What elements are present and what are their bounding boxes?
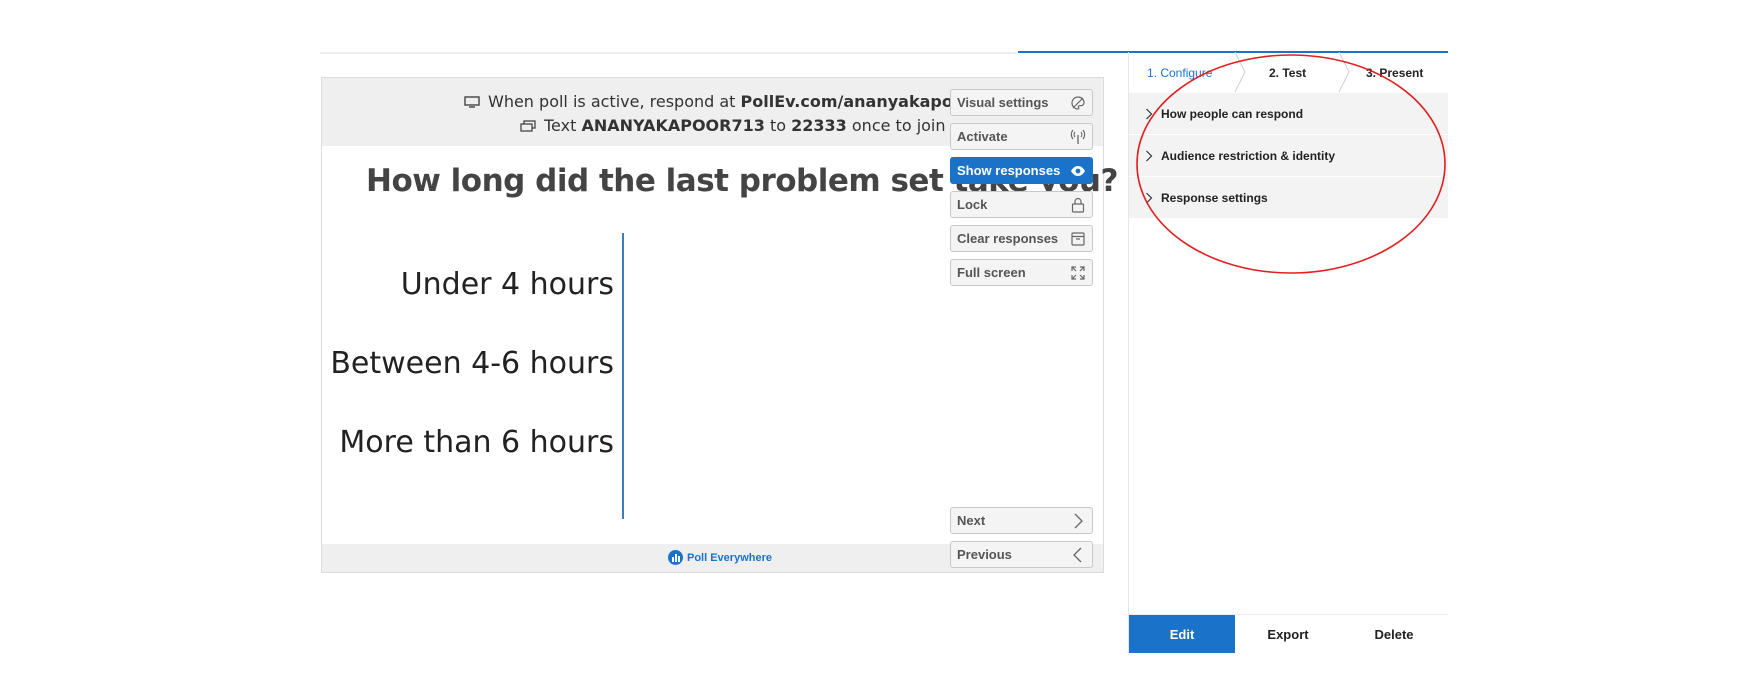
lock-button[interactable]: Lock — [950, 191, 1093, 218]
brand-icon — [668, 550, 683, 565]
show-responses-button[interactable]: Show responses — [950, 157, 1093, 184]
next-button[interactable]: Next — [950, 507, 1093, 534]
configure-panel: 1. Configure 2. Test 3. Present How peop… — [1128, 52, 1448, 652]
poll-slide: When poll is active, respond at PollEv.c… — [321, 77, 1118, 573]
accordion-how-people-respond[interactable]: How people can respond — [1129, 93, 1448, 135]
option-label: Under 4 hours — [400, 267, 614, 302]
action-bar: Edit Export Delete — [1129, 615, 1448, 653]
visual-settings-button[interactable]: Visual settings — [950, 89, 1093, 116]
delete-button[interactable]: Delete — [1341, 615, 1447, 653]
clear-responses-button[interactable]: Clear responses — [950, 225, 1093, 252]
chevron-right-icon — [1070, 513, 1086, 529]
poll-everywhere-logo: Poll Everywhere — [668, 550, 772, 565]
archive-icon — [1070, 231, 1086, 247]
sms-icon — [520, 119, 536, 132]
screen-icon — [464, 95, 480, 108]
export-button[interactable]: Export — [1235, 615, 1341, 653]
previous-button[interactable]: Previous — [950, 541, 1093, 568]
antenna-icon — [1070, 129, 1086, 145]
step-test[interactable]: 2. Test — [1269, 66, 1306, 80]
poll-url[interactable]: PollEv.com/ananyakapoor713 — [741, 92, 953, 111]
step-separator-icon — [1338, 52, 1350, 92]
chevron-right-icon — [1145, 192, 1155, 204]
full-screen-button[interactable]: Full screen — [950, 259, 1093, 286]
activate-button[interactable]: Activate — [950, 123, 1093, 150]
step-separator-icon — [1234, 52, 1246, 92]
accordion-response-settings[interactable]: Response settings — [1129, 177, 1448, 219]
top-divider — [320, 52, 1017, 54]
eye-icon — [1070, 163, 1086, 179]
chevron-left-icon — [1070, 547, 1086, 563]
respond-instructions: When poll is active, respond at PollEv.c… — [464, 92, 953, 111]
lock-icon — [1070, 197, 1086, 213]
option-label: More than 6 hours — [339, 425, 614, 460]
option-label: Between 4-6 hours — [330, 346, 614, 381]
chart-axis — [622, 233, 624, 519]
palette-icon — [1070, 95, 1086, 111]
step-configure[interactable]: 1. Configure — [1147, 66, 1212, 80]
expand-icon — [1070, 265, 1086, 281]
step-present[interactable]: 3. Present — [1366, 66, 1423, 80]
chevron-right-icon — [1145, 150, 1155, 162]
settings-accordion: How people can respond Audience restrict… — [1129, 93, 1448, 219]
step-nav: 1. Configure 2. Test 3. Present — [1129, 52, 1448, 92]
edit-button[interactable]: Edit — [1129, 615, 1235, 653]
text-instructions: Text ANANYAKAPOOR713 to 22333 once to jo… — [520, 116, 946, 135]
chevron-right-icon — [1145, 108, 1155, 120]
accordion-audience-restriction[interactable]: Audience restriction & identity — [1129, 135, 1448, 177]
